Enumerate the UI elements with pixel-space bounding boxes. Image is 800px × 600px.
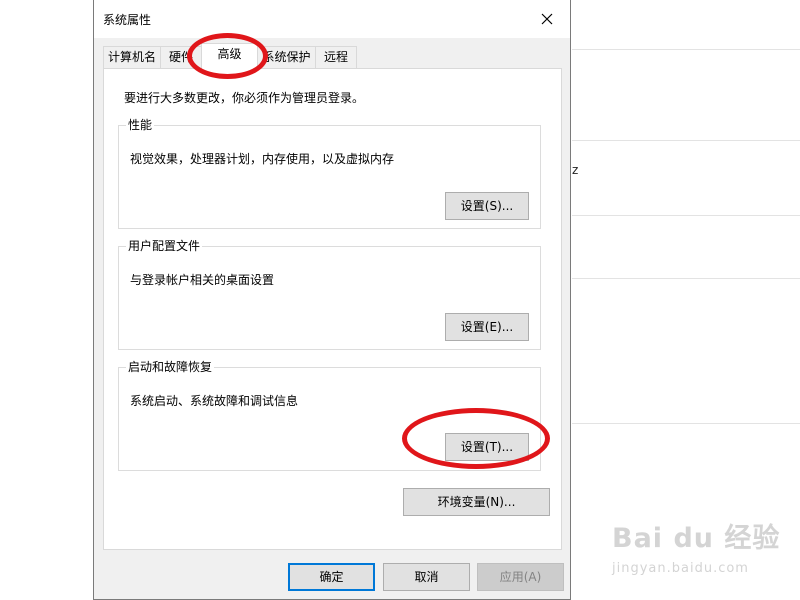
tab-system-protection[interactable]: 系统保护 — [257, 46, 316, 68]
tab-hardware[interactable]: 硬件 — [160, 46, 202, 68]
environment-variables-button[interactable]: 环境变量(N)... — [403, 488, 550, 516]
performance-settings-button[interactable]: 设置(S)... — [445, 192, 529, 220]
user-profiles-group: 用户配置文件 与登录帐户相关的桌面设置 设置(E)... — [118, 239, 541, 350]
user-profiles-description: 与登录帐户相关的桌面设置 — [130, 273, 275, 287]
background-divider — [572, 423, 800, 424]
close-button[interactable] — [524, 0, 570, 38]
apply-button[interactable]: 应用(A) — [477, 563, 564, 591]
background-divider — [572, 49, 800, 50]
performance-description: 视觉效果，处理器计划，内存使用，以及虚拟内存 — [130, 152, 395, 166]
tab-remote[interactable]: 远程 — [315, 46, 357, 68]
background-divider — [572, 278, 800, 279]
startup-recovery-group: 启动和故障恢复 系统启动、系统故障和调试信息 设置(T)... — [118, 360, 541, 471]
title-bar: 系统属性 — [94, 0, 570, 38]
baidu-watermark: Bai du 经验 jingyan.baidu.com — [612, 516, 780, 576]
watermark-logo: Bai du 经验 — [612, 523, 781, 554]
close-icon — [541, 13, 553, 25]
watermark-url: jingyan.baidu.com — [612, 561, 749, 576]
tab-advanced[interactable]: 高级 — [201, 43, 258, 69]
dialog-title: 系统属性 — [103, 13, 152, 27]
startup-recovery-description: 系统启动、系统故障和调试信息 — [130, 394, 299, 408]
user-profiles-legend: 用户配置文件 — [128, 239, 201, 253]
advanced-tab-panel: 要进行大多数更改，你必须作为管理员登录。 性能 视觉效果，处理器计划，内存使用，… — [103, 68, 562, 550]
startup-recovery-settings-button[interactable]: 设置(T)... — [445, 433, 529, 461]
background-text-fragment: z — [572, 163, 579, 177]
background-divider — [572, 215, 800, 216]
admin-notice: 要进行大多数更改，你必须作为管理员登录。 — [124, 91, 365, 105]
ok-button[interactable]: 确定 — [288, 563, 375, 591]
tab-computer-name[interactable]: 计算机名 — [103, 46, 161, 68]
performance-group: 性能 视觉效果，处理器计划，内存使用，以及虚拟内存 设置(S)... — [118, 118, 541, 229]
system-properties-dialog: 系统属性 计算机名 硬件 高级 系统保护 远程 要进行大多数更改，你必须作为管理… — [93, 0, 571, 600]
background-divider — [572, 140, 800, 141]
user-profiles-settings-button[interactable]: 设置(E)... — [445, 313, 529, 341]
performance-legend: 性能 — [128, 118, 153, 132]
startup-recovery-legend: 启动和故障恢复 — [128, 360, 213, 374]
cancel-button[interactable]: 取消 — [383, 563, 470, 591]
